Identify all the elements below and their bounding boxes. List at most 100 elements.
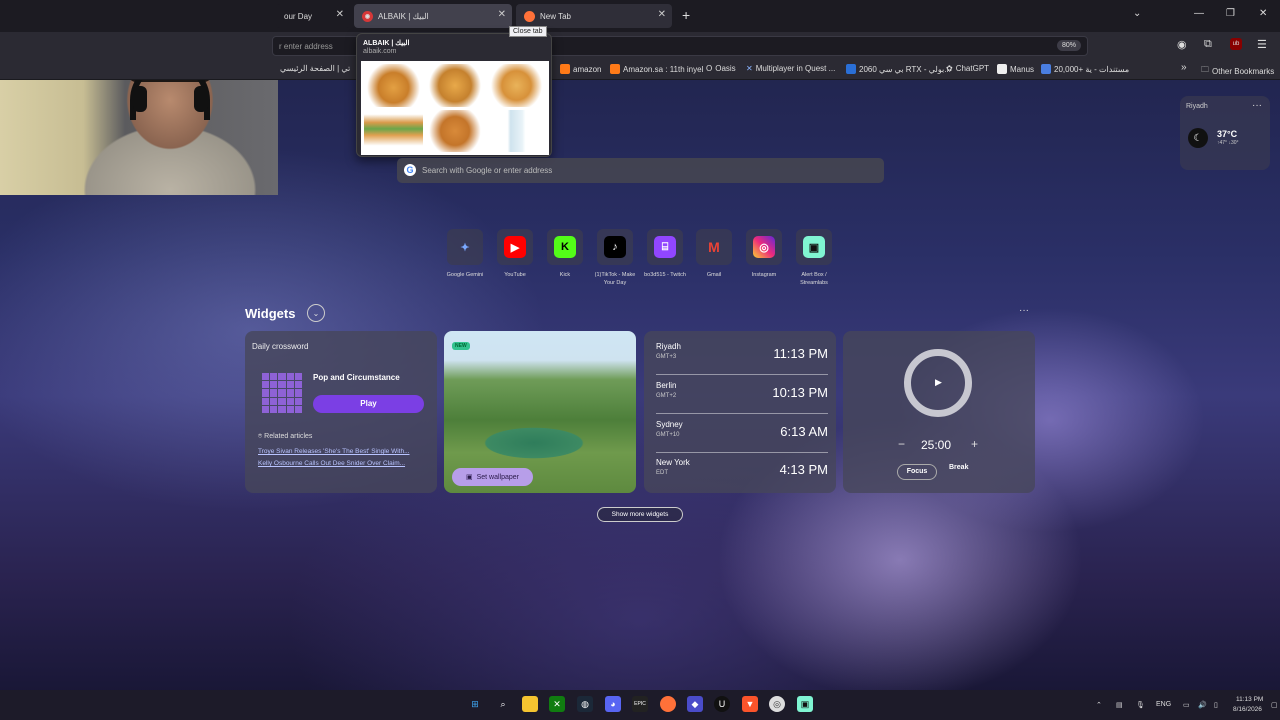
bookmark-label: Oasis [715,64,736,73]
shortcut-twitch[interactable]: ⌸ bo3d515 - Twitch [640,229,690,279]
shortcut-tile: ✦ [447,229,483,265]
show-more-widgets-button[interactable]: Show more widgets [597,507,683,522]
search-icon[interactable]: ⌕ [495,696,511,712]
increase-time-icon[interactable]: + [971,437,978,451]
firefox-icon[interactable] [660,696,676,712]
menu-icon[interactable]: ☰ [1257,38,1267,51]
amazon-icon [560,64,570,74]
display-icon[interactable]: ▭ [1183,701,1190,709]
shortcut-gmail[interactable]: M Gmail [689,229,739,279]
file-explorer-icon[interactable] [522,696,538,712]
clock-city: New York [656,458,690,467]
shortcut-youtube[interactable]: ▶ YouTube [490,229,540,279]
brave-icon[interactable]: ▼ [742,696,758,712]
search-placeholder: Search with Google or enter address [422,166,553,175]
new-tab-plus-icon[interactable]: + [682,7,690,23]
microphone-icon[interactable]: 🎙 [1136,701,1145,709]
divider [656,374,828,375]
bookmark-amazon-sa[interactable]: Amazon.sa : 11th inyel [610,64,703,74]
bookmark-oasis[interactable]: O Oasis [706,64,736,73]
amazon-icon [610,64,620,74]
close-icon[interactable]: ✕ [658,9,666,20]
bookmark-label: Other Bookmarks [1212,66,1275,76]
related-articles-label: Related articles [264,433,313,440]
weather-widget[interactable]: Riyadh ··· ☾ 37°C ↑47° ↓30° [1180,96,1270,170]
albaik-favicon-icon: ◉ [362,10,373,22]
tab-albaik[interactable]: ◉ ALBAIK | البيك ✕ [354,4,512,28]
clock-row: New York EDT 4:13 PM [656,453,828,491]
search-input[interactable]: G Search with Google or enter address [397,158,884,183]
clock-time: 4:13 PM [779,462,828,477]
food-image [425,109,485,152]
bookmark-manus[interactable]: Manus [997,64,1034,74]
volume-icon[interactable]: 🔊 [1198,701,1207,709]
clock-time[interactable]: 11:13 PM [1236,696,1263,703]
gmail-icon: M [708,239,720,255]
battery-icon[interactable]: ▯ [1214,701,1218,709]
maximize-icon[interactable]: ❐ [1226,8,1235,19]
language-indicator[interactable]: ENG [1156,701,1171,708]
close-icon[interactable]: ✕ [498,9,506,20]
shortcut-streamlabs[interactable]: ▣ Alert Box / Streamlabs [789,229,839,287]
shortcut-tile: ▣ [796,229,832,265]
wallpaper-widget: NEW ▣ Set wallpaper [444,331,636,493]
discord-icon[interactable]: ◕ [605,696,621,712]
shortcut-instagram[interactable]: ◎ Instagram [739,229,789,279]
clock-date[interactable]: 8/16/2026 [1233,706,1262,713]
notifications-icon[interactable]: ▢ [1271,701,1278,709]
chrome-icon[interactable]: ◎ [769,696,785,712]
ublock-icon[interactable]: ub [1230,38,1242,50]
tab-label: New Tab [540,11,571,21]
webcam-earcup-right [194,86,208,112]
tray-chevron-icon[interactable]: ⌃ [1096,701,1102,709]
more-options-icon[interactable]: ··· [1252,100,1262,111]
shortcut-google-gemini[interactable]: ✦ Google Gemini [440,229,490,279]
bookmark-arabic-home[interactable]: تي | الصفحة الرئيسي [280,64,350,73]
close-window-icon[interactable]: ✕ [1259,8,1267,19]
set-wallpaper-button[interactable]: ▣ Set wallpaper [452,468,533,486]
security-icon[interactable]: ▤ [1116,701,1123,709]
focus-button[interactable]: Focus [897,464,937,480]
close-icon[interactable]: ✕ [336,9,344,20]
bookmark-rtx[interactable]: 2060 بي سي RTX - بولي... [846,64,951,74]
bookmark-chatgpt[interactable]: ✿ ChatGPT [946,64,989,73]
chevron-down-icon[interactable]: ⌄ [307,304,325,322]
weather-temp: 37°C [1217,129,1238,139]
tab-list-chevron-icon[interactable]: ⌄ [1133,8,1141,19]
article-link[interactable]: Kelly Osbourne Calls Out Dee Snider Over… [258,460,426,467]
extensions-icon[interactable]: ⧉ [1204,38,1212,51]
bookmarks-overflow-icon[interactable]: » [1181,62,1187,73]
bookmark-other[interactable]: 🗀 Other Bookmarks [1201,64,1274,78]
steam-icon[interactable]: ◍ [577,696,593,712]
shortcut-label: bo3d515 - Twitch [644,272,686,278]
break-button[interactable]: Break [949,464,968,471]
xbox-icon[interactable]: ✕ [549,696,565,712]
tab-label: our Day [284,11,313,21]
minimize-icon[interactable]: — [1194,8,1204,19]
clock-row: Sydney GMT+10 6:13 AM [656,415,828,453]
bookmark-docs[interactable]: 20,000+ مستندات - ية [1041,64,1129,74]
play-button[interactable]: Play [313,395,424,413]
shortcut-tiktok[interactable]: ♪ (1)TikTok - Make Your Day [590,229,640,287]
tab-make-your-day[interactable]: our Day ✕ [276,4,350,28]
zoom-badge[interactable]: 80% [1056,40,1081,51]
tab-new-tab[interactable]: New Tab ✕ [516,4,672,28]
arrow-app-icon[interactable]: ◆ [687,696,703,712]
bookmark-amazon[interactable]: amazon [560,64,601,74]
clock-time: 6:13 AM [780,424,828,439]
clock-tz: GMT+2 [656,393,677,399]
unreal-engine-icon[interactable]: U [714,696,730,712]
play-icon[interactable]: ▶ [935,377,942,388]
widgets-more-icon[interactable]: ··· [1019,305,1029,316]
google-icon: G [404,164,416,176]
epic-games-icon[interactable]: EPIC [632,696,648,712]
decrease-time-icon[interactable]: − [898,437,905,451]
bookmark-multiplayer-quest[interactable]: ✕ Multiplayer in Quest ... [746,64,835,73]
windows-start-icon[interactable]: ⊞ [467,696,483,712]
shortcut-kick[interactable]: K Kick [540,229,590,279]
account-icon[interactable]: ◉ [1177,38,1187,51]
weather-location: Riyadh [1186,103,1208,110]
folder-icon: 🗀 [1201,65,1209,74]
streamlabs-taskbar-icon[interactable]: ▣ [797,696,813,712]
article-link[interactable]: Troye Sivan Releases 'She's The Best' Si… [258,448,426,455]
